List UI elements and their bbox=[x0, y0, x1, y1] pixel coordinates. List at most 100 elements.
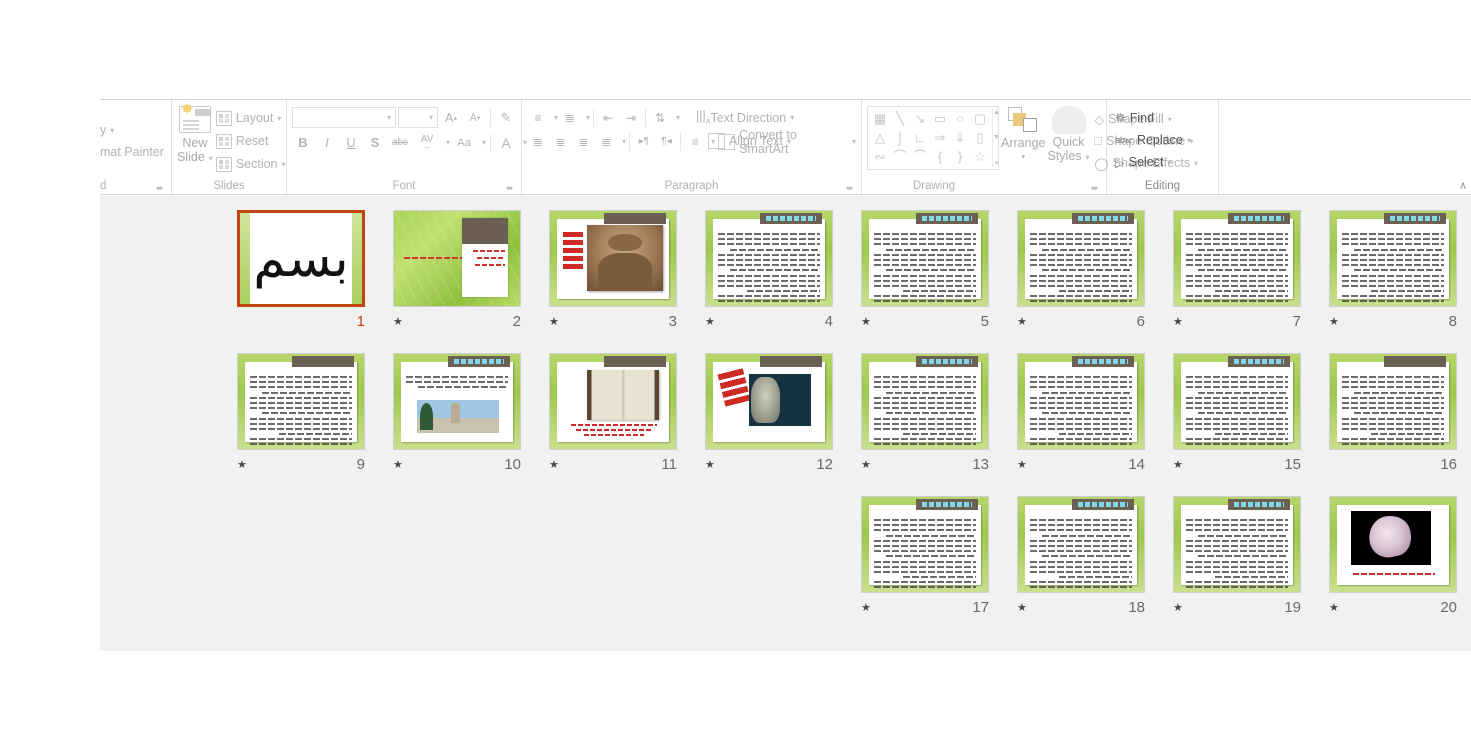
elbow-arrow-icon[interactable]: ∟ bbox=[914, 131, 927, 144]
slide-transition-icon[interactable]: ★ bbox=[237, 458, 251, 471]
slide-transition-icon[interactable]: ★ bbox=[705, 458, 719, 471]
slide-transition-icon[interactable]: ★ bbox=[1329, 315, 1343, 328]
slide-thumbnail-14[interactable]: ★ 14 bbox=[1003, 347, 1159, 490]
increase-indent-button[interactable]: ⇥ bbox=[620, 107, 642, 128]
align-left-button[interactable]: ≣ bbox=[527, 131, 549, 152]
collapse-ribbon-button[interactable]: ∧ bbox=[1459, 179, 1467, 192]
paragraph-dialog-launcher-icon[interactable]: ⬌ bbox=[845, 184, 854, 193]
textbox-shape-icon[interactable]: ▦ bbox=[874, 112, 886, 125]
curve-shape-icon[interactable]: ⌒ bbox=[913, 150, 926, 163]
rtl-direction-button[interactable]: ¶◂ bbox=[656, 131, 678, 152]
slide-thumbnail-image[interactable] bbox=[1017, 353, 1145, 450]
line-spacing-button[interactable]: ⇅ bbox=[649, 107, 671, 128]
slide-transition-icon[interactable]: ★ bbox=[861, 601, 875, 614]
font-dialog-launcher-icon[interactable]: ⬌ bbox=[505, 184, 514, 193]
scribble-shape-icon[interactable]: ∾ bbox=[875, 150, 886, 163]
text-shadow-button[interactable]: S bbox=[364, 132, 386, 153]
reset-button[interactable]: Reset bbox=[213, 130, 289, 152]
slide-transition-icon[interactable]: ★ bbox=[705, 315, 719, 328]
format-painter-button[interactable]: mat Painter bbox=[100, 141, 167, 163]
slide-thumbnail-11[interactable]: ★ 11 bbox=[535, 347, 691, 490]
slide-transition-icon[interactable]: ★ bbox=[393, 315, 407, 328]
star-shape-icon[interactable]: ☆ bbox=[974, 150, 986, 163]
slide-transition-icon[interactable]: ★ bbox=[1173, 458, 1187, 471]
align-center-button[interactable]: ≣ bbox=[550, 131, 572, 152]
slide-thumbnail-image[interactable] bbox=[1173, 210, 1301, 307]
arrow-shape-icon[interactable]: ↘ bbox=[915, 112, 926, 125]
drawing-dialog-launcher-icon[interactable]: ⬌ bbox=[1090, 184, 1099, 193]
font-size-input[interactable]: ▾ bbox=[398, 107, 438, 128]
underline-button[interactable]: U bbox=[340, 132, 362, 153]
slide-thumbnail-1[interactable]: بسم ★1 bbox=[223, 204, 379, 347]
change-case-button[interactable]: Aa bbox=[452, 132, 476, 153]
slide-thumbnail-image[interactable]: بسم bbox=[237, 210, 365, 307]
down-arrow-shape-icon[interactable]: ⇓ bbox=[955, 131, 966, 144]
rectangle-shape-icon[interactable]: ▭ bbox=[934, 112, 946, 125]
font-color-button[interactable]: A bbox=[495, 132, 517, 153]
find-button[interactable]: ☸ Find bbox=[1112, 107, 1157, 129]
slide-transition-icon[interactable]: ★ bbox=[1173, 601, 1187, 614]
slide-thumbnail-image[interactable] bbox=[237, 353, 365, 450]
slide-thumbnail-7[interactable]: ★ 7 bbox=[1159, 204, 1315, 347]
slide-thumbnail-image[interactable] bbox=[1329, 353, 1457, 450]
slide-thumbnail-image[interactable] bbox=[1017, 496, 1145, 593]
italic-button[interactable]: I bbox=[316, 132, 338, 153]
elbow-connector-icon[interactable]: ⌡ bbox=[896, 131, 904, 144]
right-brace-shape-icon[interactable]: } bbox=[958, 150, 962, 163]
slide-thumbnail-image[interactable] bbox=[705, 210, 833, 307]
slide-transition-icon[interactable]: ★ bbox=[861, 315, 875, 328]
shapes-more-icon[interactable]: ▾ bbox=[993, 159, 1000, 167]
slide-thumbnail-9[interactable]: ★ 9 bbox=[223, 347, 379, 490]
slide-thumbnail-image[interactable] bbox=[549, 210, 677, 307]
replace-button[interactable]: ab ac Replace ▾ bbox=[1112, 129, 1194, 151]
slide-thumbnail-12[interactable]: ★ 12 bbox=[691, 347, 847, 490]
slide-thumbnail-4[interactable]: ★ 4 bbox=[691, 204, 847, 347]
slide-thumbnail-image[interactable] bbox=[861, 210, 989, 307]
slide-thumbnail-15[interactable]: ★ 15 bbox=[1159, 347, 1315, 490]
shapes-gallery-scrollbar[interactable]: ▲ ▼ ▾ bbox=[992, 109, 1000, 167]
slide-thumbnail-17[interactable]: ★ 17 bbox=[847, 490, 1003, 633]
ltr-direction-button[interactable]: ▸¶ bbox=[633, 131, 655, 152]
slide-thumbnail-6[interactable]: ★ 6 bbox=[1003, 204, 1159, 347]
rounded-rect-shape-icon[interactable]: ▢ bbox=[974, 112, 986, 125]
text-direction-button[interactable]: |||A Text Direction ▾ bbox=[696, 107, 794, 128]
shapes-gallery[interactable]: ▦ ╲ ↘ ▭ ○ ▢ △ ⌡ ∟ ⇒ ⇓ ▯ ∾ ⌒ ⌒ { } ☆ ▲ ▼ … bbox=[867, 106, 1000, 170]
slide-thumbnail-3[interactable]: ★ 3 bbox=[535, 204, 691, 347]
bullets-button[interactable]: ≡ bbox=[527, 107, 549, 128]
slide-thumbnail-image[interactable] bbox=[861, 353, 989, 450]
slide-thumbnail-16[interactable]: ★16 bbox=[1315, 347, 1471, 490]
slide-transition-icon[interactable]: ★ bbox=[1017, 315, 1031, 328]
new-slide-button[interactable]: ✸ New Slide ▾ bbox=[177, 102, 213, 166]
slide-thumbnail-image[interactable] bbox=[705, 353, 833, 450]
slide-thumbnail-image[interactable] bbox=[1017, 210, 1145, 307]
style-dropdown-button[interactable]: y ▾ bbox=[100, 119, 117, 141]
slide-transition-icon[interactable]: ★ bbox=[549, 315, 563, 328]
select-button[interactable]: ▷ Select ▾ bbox=[1112, 151, 1174, 173]
slide-transition-icon[interactable]: ★ bbox=[549, 458, 563, 471]
left-brace-shape-icon[interactable]: { bbox=[938, 150, 942, 163]
font-name-input[interactable]: ▾ bbox=[292, 107, 396, 128]
triangle-shape-icon[interactable]: △ bbox=[875, 131, 885, 144]
scroll-up-icon[interactable]: ▲ bbox=[993, 109, 1000, 116]
slide-transition-icon[interactable]: ★ bbox=[1017, 458, 1031, 471]
align-right-button[interactable]: ≣ bbox=[572, 131, 594, 152]
slide-thumbnail-13[interactable]: ★ 13 bbox=[847, 347, 1003, 490]
slide-thumbnail-image[interactable] bbox=[1173, 353, 1301, 450]
clear-formatting-icon[interactable]: ✎ bbox=[495, 107, 517, 128]
decrease-indent-button[interactable]: ⇤ bbox=[597, 107, 619, 128]
slide-thumbnail-image[interactable] bbox=[1329, 496, 1457, 593]
folded-corner-shape-icon[interactable]: ▯ bbox=[976, 131, 983, 144]
clipboard-dialog-launcher-icon[interactable]: ⬌ bbox=[155, 184, 164, 193]
quick-styles-button[interactable]: Quick Styles ▾ bbox=[1047, 106, 1090, 165]
arrange-button[interactable]: Arrange ▾ bbox=[1001, 106, 1045, 164]
slide-thumbnail-image[interactable] bbox=[549, 353, 677, 450]
right-arrow-shape-icon[interactable]: ⇒ bbox=[935, 131, 946, 144]
slide-thumbnail-image[interactable] bbox=[861, 496, 989, 593]
arc-shape-icon[interactable]: ⌒ bbox=[893, 150, 906, 163]
oval-shape-icon[interactable]: ○ bbox=[956, 112, 964, 125]
numbering-button[interactable]: ≣ bbox=[559, 107, 581, 128]
slide-thumbnail-image[interactable] bbox=[1173, 496, 1301, 593]
layout-button[interactable]: Layout ▾ bbox=[213, 107, 289, 129]
line-shape-icon[interactable]: ╲ bbox=[896, 112, 904, 125]
bold-button[interactable]: B bbox=[292, 132, 314, 153]
